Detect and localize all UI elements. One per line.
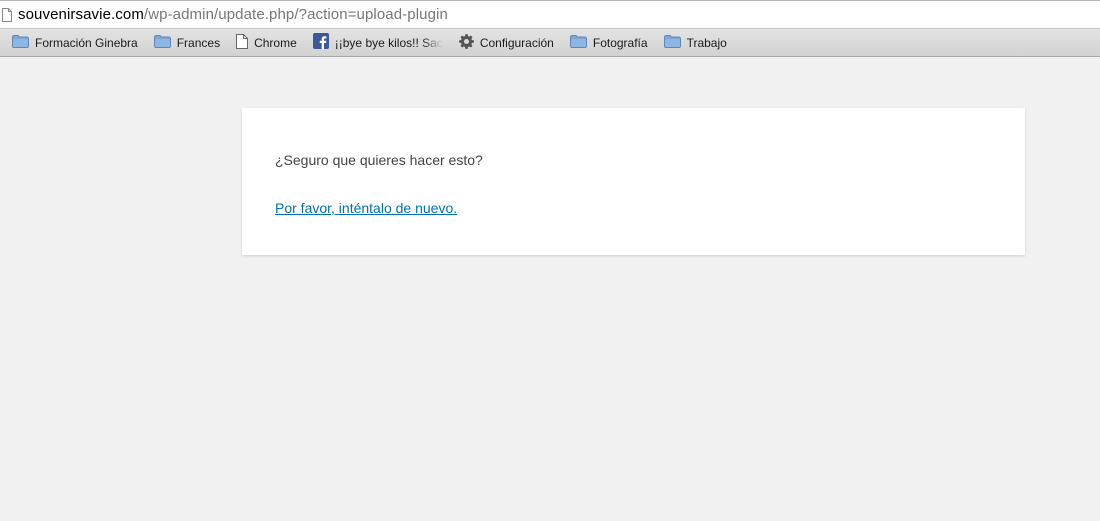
bookmark-label: ¡¡bye bye kilos!! Sac <box>334 35 443 50</box>
bookmark-trabajo[interactable]: Trabajo <box>663 34 727 51</box>
bookmark-bye-bye-kilos[interactable]: ¡¡bye bye kilos!! Sac <box>312 33 443 52</box>
wp-die-message-box: ¿Seguro que quieres hacer esto? Por favo… <box>242 108 1025 255</box>
gear-icon <box>458 33 474 52</box>
url-path: /wp-admin/update.php/?action=upload-plug… <box>143 6 448 23</box>
confirmation-message: ¿Seguro que quieres hacer esto? <box>275 152 483 168</box>
bookmark-configuracion[interactable]: Configuración <box>458 33 554 52</box>
bookmark-label: Configuración <box>479 35 554 50</box>
url-text[interactable]: souvenirsavie.com/wp-admin/update.php/?a… <box>18 6 448 23</box>
bookmarks-bar: Formación Ginebra Frances Chrome ¡¡bye b… <box>0 28 1100 57</box>
facebook-icon <box>312 33 329 52</box>
address-bar[interactable]: souvenirsavie.com/wp-admin/update.php/?a… <box>0 1 1100 28</box>
bookmark-label: Trabajo <box>686 35 727 50</box>
bookmark-chrome[interactable]: Chrome <box>236 33 297 52</box>
folder-icon <box>12 34 29 51</box>
folder-icon <box>569 34 587 51</box>
bookmark-formacion-ginebra[interactable]: Formación Ginebra <box>12 34 138 51</box>
url-domain: souvenirsavie.com <box>18 6 144 23</box>
bookmark-label: Frances <box>176 35 221 50</box>
page-icon <box>236 33 249 52</box>
page-content: ¿Seguro que quieres hacer esto? Por favo… <box>0 57 1100 521</box>
retry-link[interactable]: Por favor, inténtalo de nuevo. <box>275 198 457 218</box>
bookmark-label: Formación Ginebra <box>35 35 138 50</box>
bookmark-label: Fotografía <box>592 35 648 50</box>
folder-icon <box>663 34 681 51</box>
bookmark-frances[interactable]: Frances <box>153 34 221 51</box>
bookmark-fotografia[interactable]: Fotografía <box>569 34 648 51</box>
page-icon <box>2 7 12 22</box>
folder-icon <box>153 34 171 51</box>
bookmark-label: Chrome <box>254 35 297 50</box>
